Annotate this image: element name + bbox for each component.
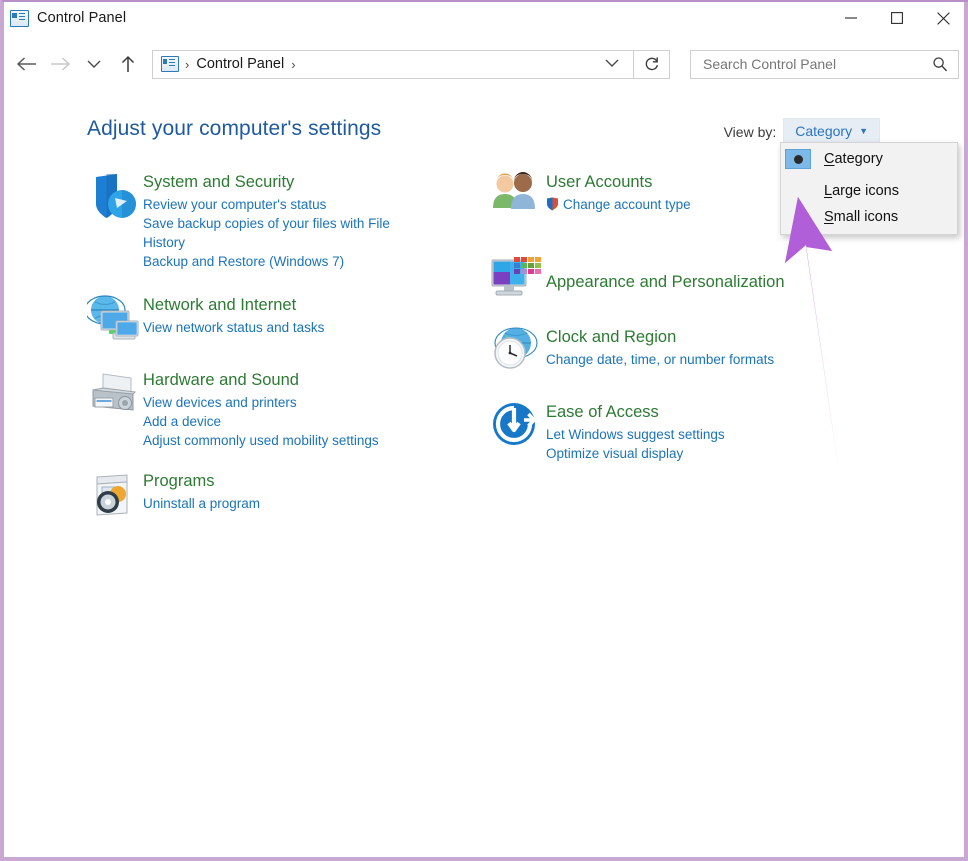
up-arrow-icon <box>121 55 135 72</box>
chevron-down-icon <box>605 59 619 67</box>
control-panel-window: Control Panel › Control Panel › Search C… <box>0 0 968 861</box>
maximize-icon <box>891 12 903 24</box>
maximize-button[interactable] <box>874 0 920 36</box>
view-by-dropdown-button[interactable]: Category ▼ <box>783 118 880 145</box>
forward-arrow-icon <box>50 57 70 71</box>
category-body: Appearance and Personalization <box>546 250 785 306</box>
category-system-and-security: System and Security Review your computer… <box>87 170 447 271</box>
window-border-bottom <box>2 857 968 859</box>
breadcrumb-control-panel[interactable]: Control Panel <box>196 56 284 72</box>
category-title[interactable]: Appearance and Personalization <box>546 272 785 292</box>
category-title[interactable]: User Accounts <box>546 172 691 192</box>
category-link[interactable]: Backup and Restore (Windows 7) <box>143 252 415 271</box>
view-by-dropdown-menu: Category Large icons Small icons <box>780 142 958 235</box>
category-body: Programs Uninstall a program <box>143 469 260 525</box>
category-body: User Accounts Change account type <box>546 170 691 226</box>
category-link[interactable]: Uninstall a program <box>143 494 260 513</box>
refresh-button[interactable] <box>634 49 670 79</box>
back-arrow-icon <box>16 57 36 71</box>
category-programs: Programs Uninstall a program <box>87 469 447 525</box>
category-body: Clock and Region Change date, time, or n… <box>546 325 774 381</box>
minimize-button[interactable] <box>828 0 874 36</box>
category-link[interactable]: Adjust commonly used mobility settings <box>143 431 379 450</box>
category-title[interactable]: Programs <box>143 471 260 491</box>
uac-shield-icon <box>546 197 559 211</box>
network-globe-monitor-icon <box>84 293 143 349</box>
clock-globe-icon <box>490 325 546 381</box>
menu-item-large-icons[interactable]: Large icons <box>781 178 957 204</box>
minimize-icon <box>845 17 857 19</box>
category-link[interactable]: Add a device <box>143 412 379 431</box>
category-link-text: Change account type <box>563 197 691 212</box>
printer-icon <box>87 368 143 424</box>
shield-security-icon <box>87 170 143 226</box>
view-by-control: View by: Category ▼ <box>724 118 880 145</box>
radio-unselected-icon <box>785 180 811 202</box>
menu-item-small-icons[interactable]: Small icons <box>781 204 957 230</box>
category-body: Hardware and Sound View devices and prin… <box>143 368 379 450</box>
category-title[interactable]: Clock and Region <box>546 327 774 347</box>
category-title[interactable]: Ease of Access <box>546 402 725 422</box>
category-link[interactable]: Change date, time, or number formats <box>546 350 774 369</box>
appearance-monitor-palette-icon <box>490 250 546 306</box>
category-hardware-and-sound: Hardware and Sound View devices and prin… <box>87 368 447 450</box>
control-panel-icon <box>161 56 179 72</box>
search-input[interactable] <box>701 55 932 73</box>
close-button[interactable] <box>920 0 966 36</box>
category-link[interactable]: Review your computer's status <box>143 195 415 214</box>
category-link[interactable]: Optimize visual display <box>546 444 725 463</box>
category-body: System and Security Review your computer… <box>143 170 415 271</box>
category-link[interactable]: Save backup copies of your files with Fi… <box>143 214 415 252</box>
category-appearance-and-personalization: Appearance and Personalization <box>490 250 880 306</box>
chevron-down-icon <box>87 60 101 68</box>
back-button[interactable] <box>11 49 41 79</box>
category-body: Network and Internet View network status… <box>143 293 324 349</box>
category-link[interactable]: View devices and printers <box>143 393 379 412</box>
category-link[interactable]: Change account type <box>546 195 691 214</box>
address-dropdown-button[interactable] <box>605 55 619 73</box>
category-link[interactable]: Let Windows suggest settings <box>546 425 725 444</box>
address-bar[interactable]: › Control Panel › <box>152 49 634 79</box>
search-button[interactable] <box>932 56 948 72</box>
category-title[interactable]: Hardware and Sound <box>143 370 379 390</box>
forward-button[interactable] <box>45 49 75 79</box>
view-by-label: View by: <box>723 123 777 140</box>
radio-selected-icon <box>785 149 811 169</box>
window-border-left <box>2 0 4 861</box>
recent-locations-button[interactable] <box>79 49 109 79</box>
ease-of-access-icon <box>490 400 546 456</box>
menu-item-label: Category <box>824 151 883 167</box>
menu-item-label: Small icons <box>824 209 899 225</box>
category-clock-and-region: Clock and Region Change date, time, or n… <box>490 325 880 381</box>
breadcrumb-separator-2[interactable]: › <box>291 58 295 71</box>
category-network-and-internet: Network and Internet View network status… <box>84 293 447 349</box>
window-title: Control Panel <box>37 10 127 26</box>
window-controls <box>828 0 966 36</box>
title-bar: Control Panel <box>2 0 966 36</box>
close-icon <box>936 11 950 25</box>
navigation-bar: › Control Panel › <box>2 36 966 92</box>
page-title: Adjust your computer's settings <box>87 117 382 140</box>
category-link[interactable]: View network status and tasks <box>143 318 324 337</box>
control-panel-icon <box>10 9 29 27</box>
category-body: Ease of Access Let Windows suggest setti… <box>546 400 725 463</box>
refresh-icon <box>645 57 658 71</box>
window-border-right <box>964 0 966 861</box>
category-ease-of-access: Ease of Access Let Windows suggest setti… <box>490 400 880 463</box>
category-title[interactable]: System and Security <box>143 172 415 192</box>
breadcrumb-separator: › <box>185 56 190 72</box>
programs-disc-icon <box>87 469 143 525</box>
category-title[interactable]: Network and Internet <box>143 295 324 315</box>
search-icon <box>933 57 948 72</box>
view-by-value: Category <box>795 123 853 139</box>
menu-item-label: Large icons <box>824 183 899 199</box>
up-one-level-button[interactable] <box>113 49 143 79</box>
window-border-top <box>2 0 968 2</box>
radio-unselected-icon <box>785 206 811 228</box>
user-accounts-people-icon <box>490 170 546 226</box>
search-box[interactable] <box>690 49 959 79</box>
caret-down-icon: ▼ <box>859 125 868 136</box>
menu-item-category[interactable]: Category <box>781 146 957 172</box>
category-column-left: System and Security Review your computer… <box>84 170 447 544</box>
